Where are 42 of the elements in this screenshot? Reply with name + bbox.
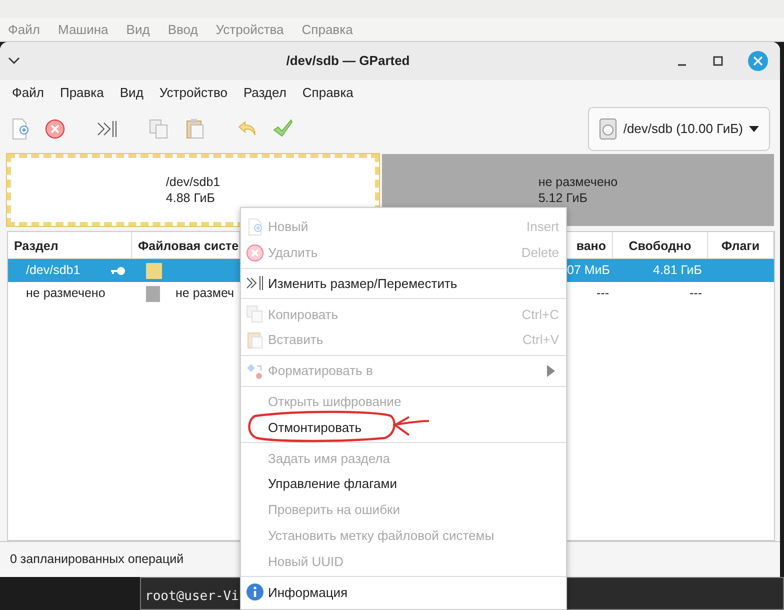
- table-cell: 07 МиБ: [567, 263, 610, 278]
- info-icon: [246, 583, 264, 602]
- table-cell: ---: [690, 286, 702, 300]
- menu-item[interactable]: Раздел: [235, 83, 294, 103]
- copy-icon: [246, 305, 264, 324]
- menu-item[interactable]: Справка: [294, 83, 362, 103]
- delete-icon[interactable]: [44, 118, 66, 140]
- device-label: /dev/sdb (10.00 ГиБ): [623, 120, 743, 138]
- partition-size: 5.12 ГиБ: [538, 190, 588, 206]
- table-cell: 4.81 ГиБ: [652, 263, 702, 278]
- delete-icon: [246, 244, 264, 262]
- table-cell-text: не размеч: [176, 285, 234, 302]
- maximize-icon[interactable]: [712, 55, 724, 67]
- menu-item[interactable]: Информация: [241, 579, 566, 606]
- close-icon[interactable]: [748, 51, 768, 71]
- resize-icon[interactable]: [96, 118, 118, 140]
- resize-icon: [246, 274, 264, 292]
- menu-item[interactable]: Вид: [112, 83, 152, 103]
- menu-item[interactable]: Правка: [52, 83, 112, 103]
- paste-icon: [246, 331, 264, 350]
- format-icon: [246, 362, 264, 380]
- partition-name: не размечено: [538, 174, 618, 190]
- menu-item[interactable]: Устройство: [151, 83, 236, 103]
- window-title: /dev/sdb — GParted: [285, 52, 411, 70]
- copy-icon[interactable]: [148, 118, 170, 140]
- device-dropdown[interactable]: /dev/sdb (10.00 ГиБ): [588, 107, 770, 151]
- chevron-down-icon[interactable]: [8, 57, 20, 65]
- table-cell[interactable]: не размечено: [26, 284, 106, 303]
- new-document-icon[interactable]: [10, 118, 30, 140]
- table-cell: ---: [596, 286, 609, 300]
- menu-item[interactable]: Отмонтировать: [241, 414, 566, 440]
- partition-size: 4.88 ГиБ: [166, 190, 216, 206]
- status-text: 0 запланированных операций: [10, 551, 184, 568]
- menu-item[interactable]: Файл: [4, 83, 52, 103]
- terminal-prompt: root@user-Vi: [145, 589, 239, 604]
- partition-name: /dev/sdb1: [166, 174, 220, 190]
- paste-icon[interactable]: [184, 118, 206, 140]
- menu-item[interactable]: Управление флагами: [241, 471, 566, 497]
- new-document-icon: [246, 218, 264, 236]
- menu-item[interactable]: Изменить размер/Переместить: [241, 270, 566, 296]
- caret-icon: [749, 126, 759, 132]
- key-icon: [110, 266, 126, 276]
